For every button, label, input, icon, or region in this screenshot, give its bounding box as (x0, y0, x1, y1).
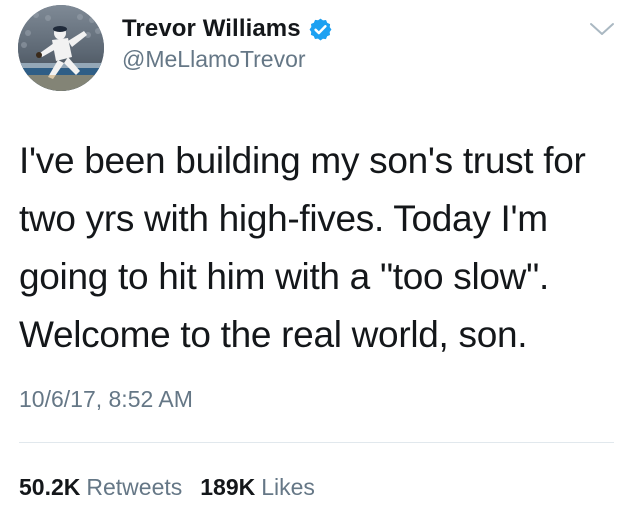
verified-badge-icon (308, 17, 333, 42)
author-display-name[interactable]: Trevor Williams (122, 15, 301, 43)
tweet-card: Trevor Williams @MeLlamoTrevor I've been… (0, 0, 632, 516)
tweet-timestamp[interactable]: 10/6/17, 8:52 AM (19, 386, 193, 413)
divider (19, 442, 614, 443)
likes-stat[interactable]: 189K Likes (200, 474, 315, 501)
retweets-count: 50.2K (19, 474, 81, 500)
retweets-stat[interactable]: 50.2K Retweets (19, 474, 182, 501)
baseball-pitcher-avatar-icon (18, 5, 104, 91)
retweets-label: Retweets (86, 474, 183, 500)
tweet-stats: 50.2K Retweets 189K Likes (19, 474, 315, 501)
likes-count: 189K (200, 474, 256, 500)
author-handle[interactable]: @MeLlamoTrevor (122, 46, 306, 73)
avatar[interactable] (18, 5, 104, 91)
chevron-down-icon[interactable] (588, 18, 616, 40)
tweet-text: I've been building my son's trust for tw… (19, 140, 586, 355)
likes-label: Likes (261, 474, 315, 500)
author-name-row[interactable]: Trevor Williams (122, 14, 333, 44)
